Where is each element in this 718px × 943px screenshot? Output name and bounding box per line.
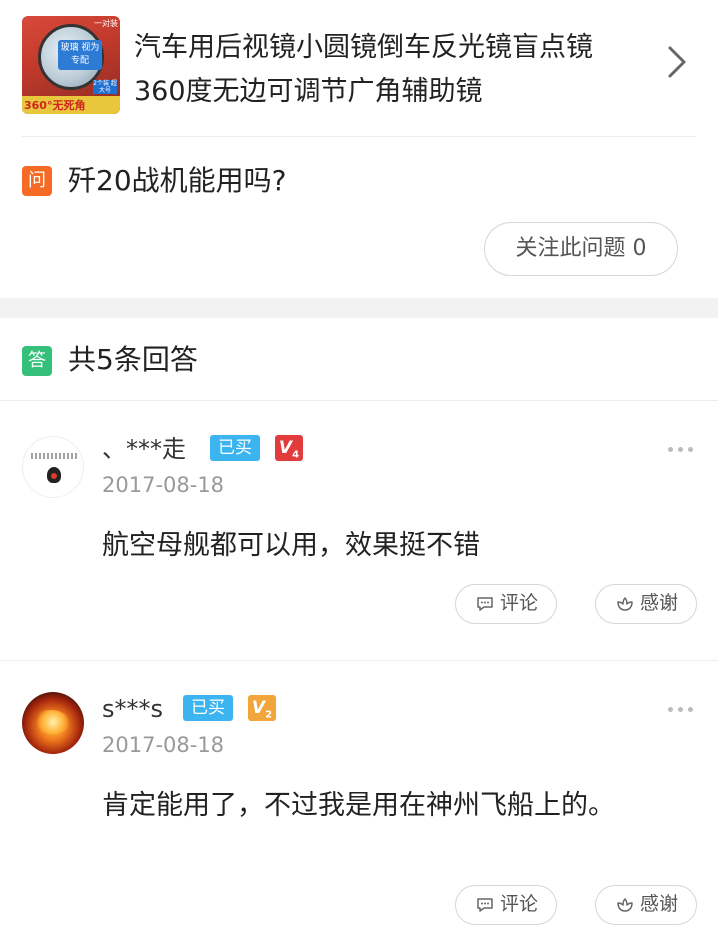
divider [0,660,718,661]
user-name: 、***走 [102,435,186,463]
comment-label: 评论 [500,893,539,915]
product-thumbnail: 玻璃 视为专配 一对装 2个装 超大号 360°无死角 [22,16,120,114]
user-name: s***s [102,695,164,723]
fire-horse-icon [36,710,70,734]
section-gap [0,298,718,318]
question-badge: 问 [22,166,52,196]
answer-badge: 答 [22,346,52,376]
thanks-button[interactable]: 感谢 [595,885,697,925]
avatar[interactable] [22,436,84,498]
thanks-flower-icon [617,597,633,611]
divider [22,136,696,137]
avatar[interactable] [22,692,84,754]
product-title[interactable]: 汽车用后视镜小圆镜倒车反光镜盲点镜360度无边可调节广角辅助镜 [134,26,644,114]
answer-text: 航空母舰都可以用，效果挺不错 [102,530,480,561]
bought-badge: 已买 [210,435,260,461]
chevron-right-icon[interactable] [662,44,690,80]
comment-icon [477,898,493,912]
comment-label: 评论 [500,592,539,614]
follow-question-button[interactable]: 关注此问题 0 [484,222,678,276]
vip-level-badge: V2 [248,695,276,721]
thumb-caption: 360°无死角 [24,99,86,112]
thumb-small-label: 2个装 超大号 [93,80,117,94]
comment-button[interactable]: 评论 [455,584,557,624]
product-card[interactable]: 玻璃 视为专配 一对装 2个装 超大号 360°无死角 汽车用后视镜小圆镜倒车反… [0,0,718,136]
answer-date: 2017-08-18 [102,473,225,497]
thanks-label: 感谢 [640,893,679,915]
answer-date: 2017-08-18 [102,733,225,757]
divider [0,400,718,401]
more-dots-icon[interactable] [668,704,694,714]
more-dots-icon[interactable] [668,444,694,454]
thanks-flower-icon [617,898,633,912]
thanks-button[interactable]: 感谢 [595,584,697,624]
comment-icon [477,597,493,611]
thumb-corner-label: 一对装 [94,19,118,28]
thanks-label: 感谢 [640,592,679,614]
vip-level-badge: V4 [275,435,303,461]
comment-button[interactable]: 评论 [455,885,557,925]
answer-count: 共5条回答 [68,343,198,376]
question-text: 歼20战机能用吗? [68,164,287,197]
bought-badge: 已买 [183,695,233,721]
thumb-tag: 玻璃 视为专配 [58,40,102,70]
answer-text: 肯定能用了，不过我是用在神州飞船上的。 [102,790,615,821]
